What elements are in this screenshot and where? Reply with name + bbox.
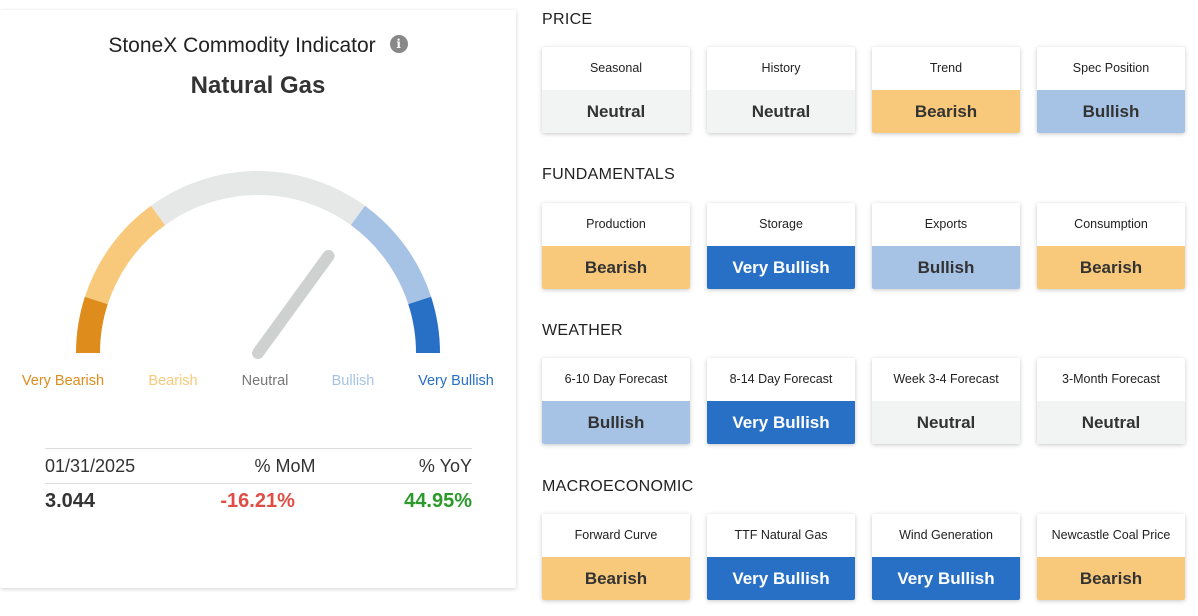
card-label: Spec Position xyxy=(1072,61,1150,75)
card-production[interactable]: Production Bearish xyxy=(542,203,690,289)
card-label: Newcastle Coal Price xyxy=(1051,528,1171,542)
card-rating: Bearish xyxy=(1037,246,1185,289)
card-8-14-day-forecast[interactable]: 8-14 Day Forecast Very Bullish xyxy=(707,358,855,444)
card-ttf-natural-gas[interactable]: TTF Natural Gas Very Bullish xyxy=(707,514,855,600)
card-rating: Neutral xyxy=(542,90,690,133)
card-rating: Neutral xyxy=(872,401,1020,444)
section-title-price: PRICE xyxy=(542,11,593,28)
card-rating: Bullish xyxy=(1037,90,1185,133)
card-label: Wind Generation xyxy=(899,528,993,542)
card-rating: Bearish xyxy=(872,90,1020,133)
gauge-label-very-bullish: Very Bullish xyxy=(418,373,494,389)
card-rating: Very Bullish xyxy=(707,557,855,600)
stats-yoy-value: 44.95% xyxy=(404,489,472,512)
card-seasonal[interactable]: Seasonal Neutral xyxy=(542,47,690,133)
card-consumption[interactable]: Consumption Bearish xyxy=(1037,203,1185,289)
gauge-label-very-bearish: Very Bearish xyxy=(21,373,105,389)
price-stats: 01/31/2025 % MoM % YoY 3.044 -16.21% 44.… xyxy=(45,448,472,518)
gauge-legend: Very Bearish Bearish Neutral Bullish Ver… xyxy=(0,373,516,395)
card-forward-curve[interactable]: Forward Curve Bearish xyxy=(542,514,690,600)
card-label: Consumption xyxy=(1074,217,1148,231)
card-storage[interactable]: Storage Very Bullish xyxy=(707,203,855,289)
card-label: Trend xyxy=(929,61,963,75)
card-6-10-day-forecast[interactable]: 6-10 Day Forecast Bullish xyxy=(542,358,690,444)
card-label: History xyxy=(761,61,801,75)
card-label: TTF Natural Gas xyxy=(734,528,828,542)
card-rating: Very Bullish xyxy=(707,246,855,289)
card-rating: Bullish xyxy=(872,246,1020,289)
gauge-segment-very-bullish xyxy=(408,296,440,354)
card-label: Seasonal xyxy=(589,61,643,75)
gauge-segment-very-bearish xyxy=(76,296,108,354)
card-label: 6-10 Day Forecast xyxy=(564,372,668,386)
card-label: Storage xyxy=(759,217,803,231)
gauge-segment-bearish xyxy=(84,205,166,305)
stats-price: 3.044 xyxy=(45,489,96,512)
card-newcastle-coal-price[interactable]: Newcastle Coal Price Bearish xyxy=(1037,514,1185,600)
card-rating: Bearish xyxy=(542,246,690,289)
indicator-panel: StoneX Commodity Indicator i Natural Gas… xyxy=(0,10,516,588)
card-history[interactable]: History Neutral xyxy=(707,47,855,133)
stats-mom-value: -16.21% xyxy=(220,489,295,512)
card-3-month-forecast[interactable]: 3-Month Forecast Neutral xyxy=(1037,358,1185,444)
gauge-segment-bullish xyxy=(350,205,432,305)
stats-date: 01/31/2025 xyxy=(45,455,136,476)
card-rating: Bullish xyxy=(542,401,690,444)
card-rating: Neutral xyxy=(1037,401,1185,444)
card-wind-generation[interactable]: Wind Generation Very Bullish xyxy=(872,514,1020,600)
card-label: Exports xyxy=(924,217,968,231)
card-label: 3-Month Forecast xyxy=(1062,372,1160,386)
card-exports[interactable]: Exports Bullish xyxy=(872,203,1020,289)
section-title-fundamentals: FUNDAMENTALS xyxy=(542,166,676,183)
section-title-weather: WEATHER xyxy=(542,322,623,339)
card-label: Forward Curve xyxy=(574,528,658,542)
card-week-3-4-forecast[interactable]: Week 3-4 Forecast Neutral xyxy=(872,358,1020,444)
sentiment-gauge xyxy=(76,171,440,359)
card-label: Week 3-4 Forecast xyxy=(893,372,999,386)
gauge-label-bullish: Bullish xyxy=(331,373,375,389)
card-spec-position[interactable]: Spec Position Bullish xyxy=(1037,47,1185,133)
card-rating: Neutral xyxy=(707,90,855,133)
card-rating: Very Bullish xyxy=(707,401,855,444)
stats-mom-label: % MoM xyxy=(254,455,316,476)
section-title-macroeconomic: MACROECONOMIC xyxy=(542,478,694,495)
stats-yoy-label: % YoY xyxy=(418,455,472,476)
gauge-label-neutral: Neutral xyxy=(241,373,289,389)
card-rating: Bearish xyxy=(542,557,690,600)
card-label: 8-14 Day Forecast xyxy=(729,372,833,386)
gauge-segment-neutral xyxy=(151,171,365,226)
stats-header-row: 01/31/2025 % MoM % YoY xyxy=(45,449,472,483)
stats-value-row: 3.044 -16.21% 44.95% xyxy=(45,484,472,518)
gauge-needle xyxy=(252,249,335,359)
card-trend[interactable]: Trend Bearish xyxy=(872,47,1020,133)
card-rating: Bearish xyxy=(1037,557,1185,600)
card-rating: Very Bullish xyxy=(872,557,1020,600)
card-label: Production xyxy=(586,217,646,231)
gauge-label-bearish: Bearish xyxy=(148,373,198,389)
